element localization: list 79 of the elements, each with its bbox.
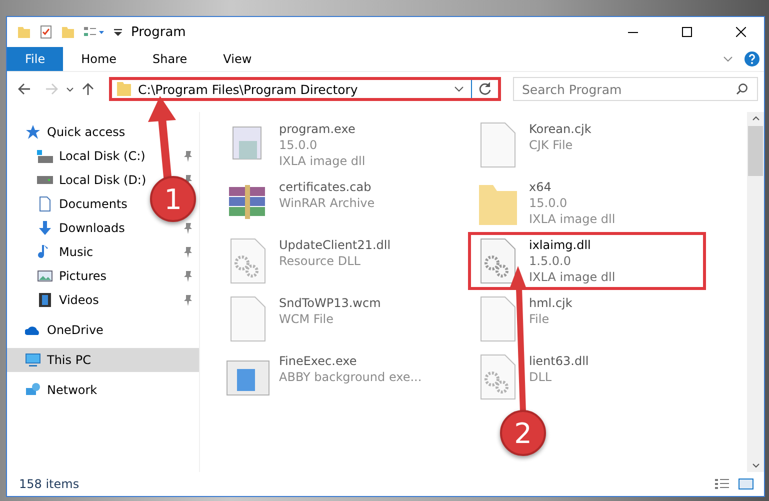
file-item[interactable]: certificates.cab WinRAR Archive [218,174,456,232]
pin-icon[interactable] [183,150,193,162]
file-detail: IXLA image dll [529,211,616,227]
file-detail: 15.0.0 [279,137,318,153]
file-name: certificates.cab [279,179,372,195]
network-icon [25,382,41,398]
properties-icon[interactable] [39,25,53,39]
nav-item[interactable]: Local Disk (C:) [59,149,146,163]
close-icon [736,27,746,37]
pin-icon[interactable] [183,222,193,234]
drive-icon [37,150,53,162]
file-name: ixlaimg.dll [529,237,592,253]
nav-item[interactable]: Downloads [59,221,125,235]
nav-item[interactable]: Network [47,383,98,397]
file-item[interactable]: hml.cjk File [468,290,706,348]
file-detail: 15.0.0 [529,195,568,211]
ribbon-tab[interactable]: Share [134,47,206,71]
picture-icon [37,268,53,284]
file-name: SndToWP13.wcm [279,295,381,311]
nav-item[interactable]: OneDrive [47,323,104,337]
maximize-icon [682,27,692,37]
file-detail: WCM File [279,311,334,327]
file-item[interactable]: program.exe 15.0.0 IXLA image dll [218,116,456,174]
window-title: Program [131,24,187,40]
file-detail: DLL [529,369,553,385]
file-name: program.exe [279,121,356,137]
file-item[interactable]: ixlaimg.dll 1.5.0.0 IXLA image dll [468,232,706,290]
file-detail: ABBY background exe... [279,369,422,385]
file-detail: WinRAR Archive [279,195,375,211]
file-name: FineExec.exe [279,353,358,369]
large-icons-view-icon[interactable] [738,477,754,491]
file-item[interactable]: UpdateClient21.dll Resource DLL [218,232,456,290]
file-name: UpdateClient21.dll [279,237,391,253]
file-item[interactable]: SndToWP13.wcm WCM File [218,290,456,348]
up-arrow-icon[interactable] [81,82,95,96]
pin-icon[interactable] [183,270,193,282]
nav-item[interactable]: Documents [59,197,128,211]
monitor-icon [25,352,41,368]
star-icon [25,124,41,140]
view-options-icon[interactable] [83,25,105,39]
file-detail: IXLA image dll [279,153,366,169]
nav-item[interactable]: This PC [47,353,91,367]
item-count: 158 items [19,477,80,491]
file-menu-button[interactable]: File [7,47,64,71]
file-item[interactable]: FineExec.exe ABBY background exe... [218,348,456,406]
search-icon[interactable] [736,83,748,95]
ribbon-tab[interactable]: Home [63,47,135,71]
document-icon [37,196,53,212]
file-detail: Resource DLL [279,253,362,269]
file-name: lient63.dll [529,353,589,369]
file-detail: File [529,311,550,327]
nav-item[interactable]: Quick access [47,125,126,139]
pin-icon[interactable] [183,294,193,306]
download-arrow-icon [37,220,53,236]
ribbon-tab[interactable]: View [205,47,270,71]
file-detail: CJK File [529,137,574,153]
address-bar[interactable]: C:\Program Files\Program Directory [109,77,501,101]
scrollbar[interactable] [747,112,764,472]
file-item[interactable]: Korean.cjk CJK File [468,116,706,174]
file-name: hml.cjk [529,295,572,311]
nav-item[interactable]: Local Disk (D:) [59,173,146,187]
nav-item[interactable]: Videos [59,293,99,307]
folder-icon [116,81,132,97]
nav-item-highlight[interactable]: This PC [7,348,199,372]
nav-item[interactable]: Music [59,245,94,259]
search-field[interactable]: Search Program [513,77,758,101]
file-detail: IXLA image dll [529,269,616,285]
nav-item[interactable]: Pictures [59,269,107,283]
scrollbar-thumb[interactable] [748,126,763,176]
pin-icon[interactable] [183,246,193,258]
back-arrow-icon[interactable] [17,82,31,96]
file-item[interactable]: lient63.dll DLL [468,348,706,406]
file-name: Korean.cjk [529,121,592,137]
file-detail: 1.5.0.0 [529,253,572,269]
file-item[interactable]: x64 15.0.0 IXLA image dll [468,174,706,232]
details-view-icon[interactable] [714,477,730,491]
drive-icon [37,176,53,184]
film-icon [37,292,53,308]
file-name: x64 [529,179,552,195]
